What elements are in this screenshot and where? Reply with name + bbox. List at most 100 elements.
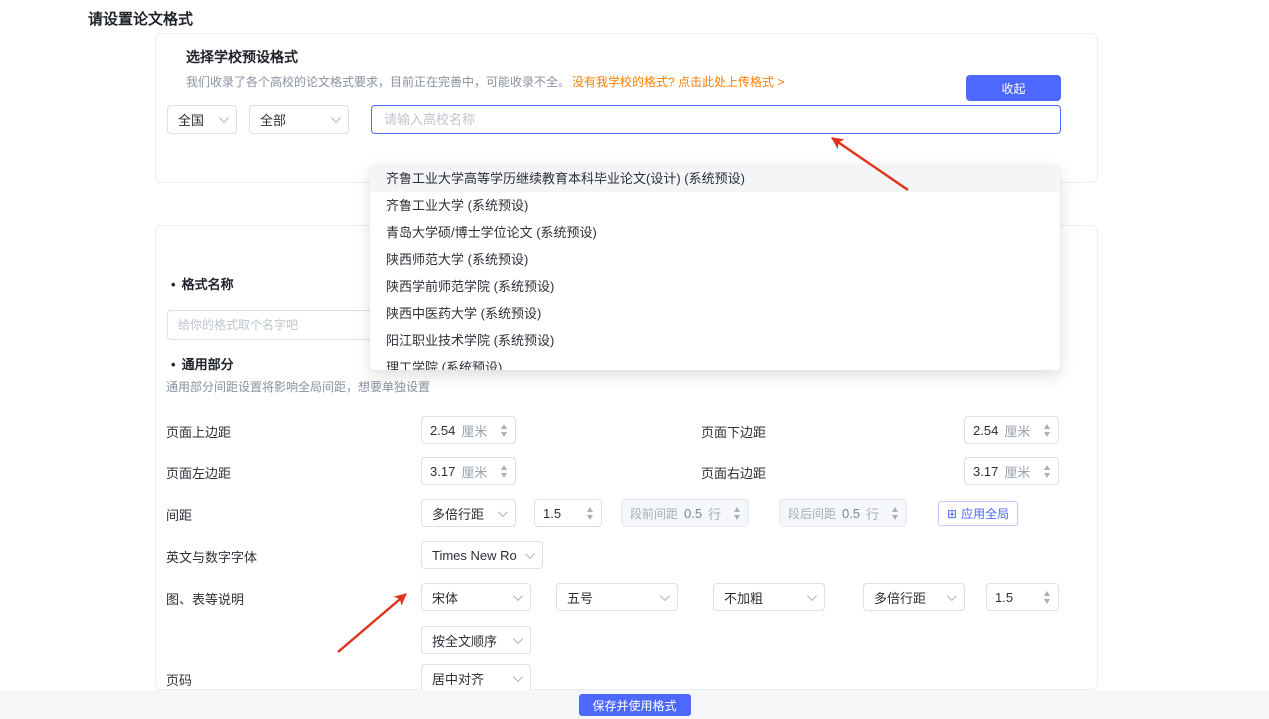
general-section-description: 通用部分间距设置将影响全局间距，想要单独设置 bbox=[166, 378, 430, 395]
line-spacing-value-stepper[interactable]: 1.5 bbox=[534, 499, 602, 527]
stepper-up-icon[interactable] bbox=[501, 465, 507, 470]
margin-right-stepper[interactable]: 3.17 厘米 bbox=[964, 457, 1059, 485]
chevron-down-icon bbox=[660, 591, 670, 601]
chevron-down-icon bbox=[525, 549, 535, 559]
margin-left-label: 页面左边距 bbox=[166, 463, 231, 482]
apply-global-label: 应用全局 bbox=[961, 505, 1009, 522]
stepper-unit: 厘米 bbox=[1004, 462, 1030, 481]
preset-description-text: 我们收录了各个高校的论文格式要求，目前正在完善中，可能收录不全。 bbox=[186, 75, 570, 89]
chevron-down-icon bbox=[947, 591, 957, 601]
stepper-down-icon[interactable] bbox=[1044, 599, 1050, 604]
stepper-down-icon[interactable] bbox=[1044, 473, 1050, 478]
caption-size-select[interactable]: 五号 bbox=[556, 583, 678, 611]
page-title: 请设置论文格式 bbox=[88, 8, 193, 29]
caption-line-spacing-select[interactable]: 多倍行距 bbox=[863, 583, 965, 611]
dropdown-item-school[interactable]: 青岛大学硕/博士学位论文 (系统预设) bbox=[370, 219, 1060, 246]
preset-card-title: 选择学校预设格式 bbox=[186, 47, 298, 67]
stepper-value: 2.54 bbox=[430, 423, 455, 438]
school-dropdown-list: 齐鲁工业大学高等学历继续教育本科毕业论文(设计) (系统预设) 齐鲁工业大学 (… bbox=[370, 165, 1060, 370]
para-after-label: 段后间距 bbox=[788, 505, 836, 522]
region-select-value: 全国 bbox=[178, 110, 204, 129]
dropdown-item-school[interactable]: 陕西师范大学 (系统预设) bbox=[370, 246, 1060, 273]
select-value: 宋体 bbox=[432, 588, 458, 607]
chevron-down-icon bbox=[219, 113, 229, 123]
select-value: 多倍行距 bbox=[874, 588, 926, 607]
margin-right-label: 页面右边距 bbox=[701, 463, 766, 482]
apply-global-button[interactable]: ⊞ 应用全局 bbox=[938, 501, 1018, 526]
dropdown-item-school[interactable]: 陕西学前师范学院 (系统预设) bbox=[370, 273, 1060, 300]
stepper-down-icon[interactable] bbox=[501, 473, 507, 478]
caption-label: 图、表等说明 bbox=[166, 589, 244, 608]
select-value: 按全文顺序 bbox=[432, 631, 497, 650]
footer-bar: 保存并使用格式 bbox=[0, 690, 1269, 719]
margin-top-stepper[interactable]: 2.54 厘米 bbox=[421, 416, 516, 444]
margin-bottom-stepper[interactable]: 2.54 厘米 bbox=[964, 416, 1059, 444]
dropdown-item-school[interactable]: 理工学院 (系统预设) bbox=[370, 354, 1060, 370]
stepper-down-icon[interactable] bbox=[1044, 432, 1050, 437]
spacing-label: 间距 bbox=[166, 505, 192, 524]
select-value: 五号 bbox=[567, 588, 593, 607]
stepper-value: 3.17 bbox=[430, 464, 455, 479]
stepper-unit: 厘米 bbox=[1004, 421, 1030, 440]
stepper-down-icon[interactable] bbox=[587, 515, 593, 520]
select-value: Times New Roman bbox=[432, 548, 517, 563]
save-button[interactable]: 保存并使用格式 bbox=[578, 694, 690, 716]
preset-card-description: 我们收录了各个高校的论文格式要求，目前正在完善中，可能收录不全。没有我学校的格式… bbox=[186, 73, 784, 90]
stepper-up-icon bbox=[892, 507, 898, 512]
stepper-value: 2.54 bbox=[973, 423, 998, 438]
para-after-stepper: 段后间距 0.5 行 bbox=[779, 499, 907, 527]
line-spacing-type-select[interactable]: 多倍行距 bbox=[421, 499, 516, 527]
upload-format-link[interactable]: 没有我学校的格式? 点击此处上传格式 > bbox=[572, 75, 784, 89]
chevron-down-icon bbox=[513, 591, 523, 601]
caption-line-value-stepper[interactable]: 1.5 bbox=[986, 583, 1059, 611]
para-before-stepper: 段前间距 0.5 行 bbox=[621, 499, 749, 527]
stepper-up-icon bbox=[734, 507, 740, 512]
chevron-down-icon bbox=[331, 113, 341, 123]
dropdown-item-school[interactable]: 陕西中医药大学 (系统预设) bbox=[370, 300, 1060, 327]
stepper-unit: 行 bbox=[866, 504, 879, 523]
stepper-up-icon[interactable] bbox=[1044, 591, 1050, 596]
dropdown-item-school[interactable]: 阳江职业技术学院 (系统预设) bbox=[370, 327, 1060, 354]
stepper-up-icon[interactable] bbox=[1044, 424, 1050, 429]
stepper-value: 1.5 bbox=[543, 506, 561, 521]
margin-left-stepper[interactable]: 3.17 厘米 bbox=[421, 457, 516, 485]
chevron-down-icon bbox=[807, 591, 817, 601]
category-select-value: 全部 bbox=[260, 110, 286, 129]
caption-order-select[interactable]: 按全文顺序 bbox=[421, 626, 531, 654]
para-before-label: 段前间距 bbox=[630, 505, 678, 522]
margin-top-label: 页面上边距 bbox=[166, 422, 231, 441]
stepper-value: 0.5 bbox=[842, 506, 860, 521]
format-name-section-title: 格式名称 bbox=[171, 274, 234, 293]
english-font-label: 英文与数字字体 bbox=[166, 547, 257, 566]
region-select[interactable]: 全国 bbox=[167, 105, 237, 134]
stepper-down-icon bbox=[892, 515, 898, 520]
stepper-value: 1.5 bbox=[995, 590, 1013, 605]
stepper-unit: 行 bbox=[708, 504, 721, 523]
caption-weight-select[interactable]: 不加粗 bbox=[713, 583, 825, 611]
chevron-down-icon bbox=[513, 672, 523, 682]
select-value: 多倍行距 bbox=[432, 504, 484, 523]
stepper-down-icon bbox=[734, 515, 740, 520]
collapse-button[interactable]: 收起 bbox=[966, 75, 1061, 101]
stepper-up-icon[interactable] bbox=[1044, 465, 1050, 470]
select-value: 居中对齐 bbox=[432, 669, 484, 688]
general-section-title: 通用部分 bbox=[171, 354, 234, 373]
dropdown-item-school[interactable]: 齐鲁工业大学 (系统预设) bbox=[370, 192, 1060, 219]
english-font-select[interactable]: Times New Roman bbox=[421, 541, 543, 569]
dropdown-item-school[interactable]: 齐鲁工业大学高等学历继续教育本科毕业论文(设计) (系统预设) bbox=[370, 165, 1060, 192]
chevron-down-icon bbox=[498, 507, 508, 517]
stepper-value: 3.17 bbox=[973, 464, 998, 479]
page-number-align-select[interactable]: 居中对齐 bbox=[421, 664, 531, 692]
category-select[interactable]: 全部 bbox=[249, 105, 349, 134]
stepper-up-icon[interactable] bbox=[501, 424, 507, 429]
paper-format-settings-page: 请设置论文格式 选择学校预设格式 我们收录了各个高校的论文格式要求，目前正在完善… bbox=[0, 0, 1269, 719]
school-search-input[interactable] bbox=[371, 105, 1061, 134]
stepper-unit: 厘米 bbox=[461, 421, 487, 440]
stepper-up-icon[interactable] bbox=[587, 507, 593, 512]
margin-bottom-label: 页面下边距 bbox=[701, 422, 766, 441]
stepper-unit: 厘米 bbox=[461, 462, 487, 481]
stepper-down-icon[interactable] bbox=[501, 432, 507, 437]
caption-font-select[interactable]: 宋体 bbox=[421, 583, 531, 611]
stepper-value: 0.5 bbox=[684, 506, 702, 521]
select-value: 不加粗 bbox=[724, 588, 763, 607]
